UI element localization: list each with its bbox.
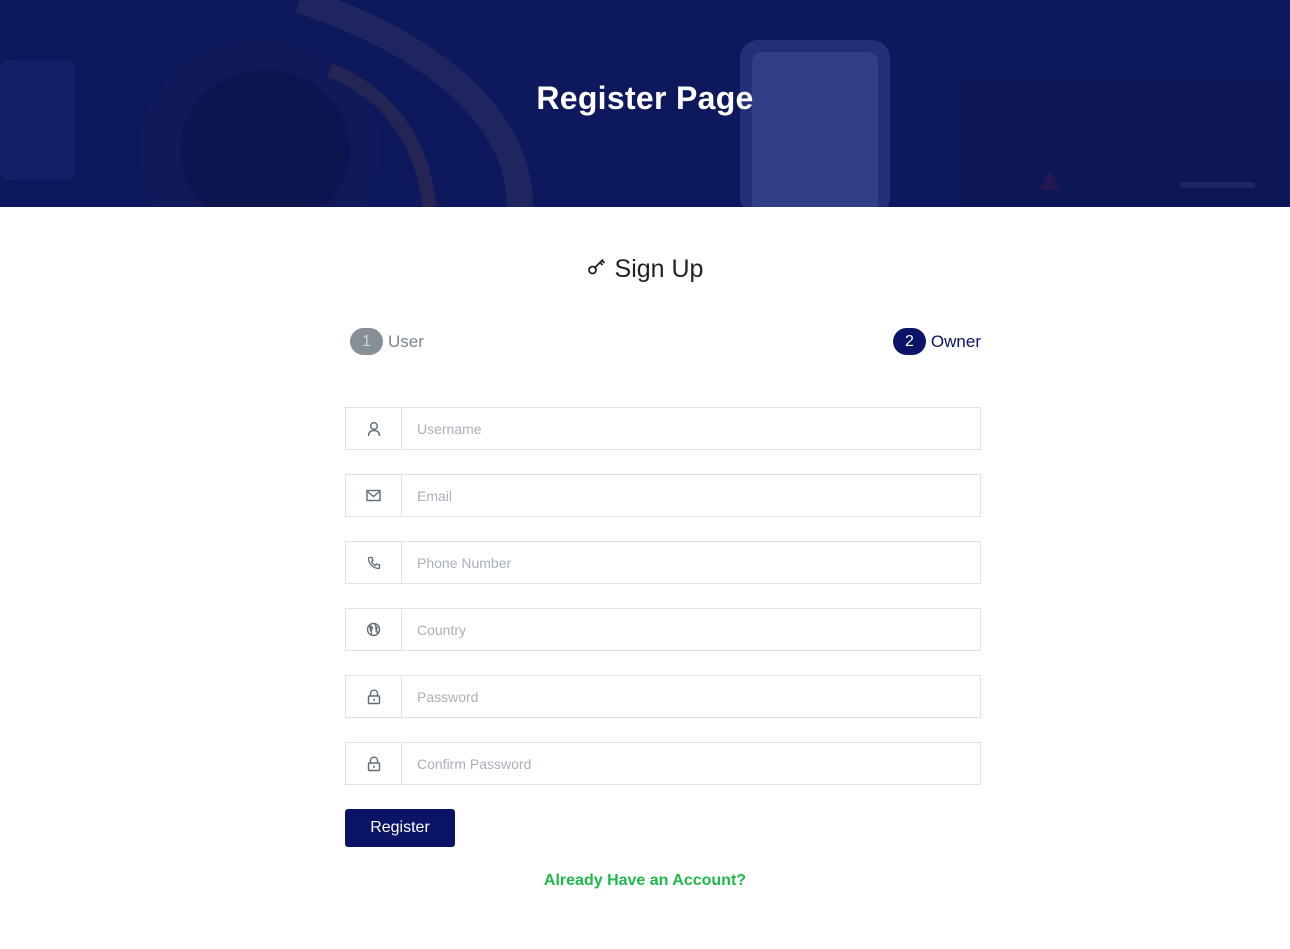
register-button[interactable]: Register <box>345 809 455 847</box>
page-title: Register Page <box>536 80 754 116</box>
step-number-badge: 2 <box>892 328 926 355</box>
password-input[interactable] <box>402 676 980 717</box>
hero-banner: Register Page <box>0 0 1290 207</box>
step-label: Owner <box>930 331 981 351</box>
registration-steps: 1 User 2 Owner <box>345 328 981 356</box>
form-heading: Sign Up <box>0 255 1290 285</box>
phone-input[interactable] <box>402 542 980 583</box>
confirm-password-field-group <box>345 742 981 785</box>
username-field-group <box>345 407 981 450</box>
step-number-badge: 1 <box>350 328 383 355</box>
phone-field-group <box>345 541 981 584</box>
phone-icon <box>346 542 402 583</box>
password-field-group <box>345 675 981 718</box>
username-input[interactable] <box>402 408 980 449</box>
lock-icon <box>346 743 402 784</box>
country-field-group <box>345 608 981 651</box>
form-heading-label: Sign Up <box>614 255 704 283</box>
user-icon <box>346 408 402 449</box>
step-user[interactable]: 1 User <box>350 328 424 355</box>
step-owner[interactable]: 2 Owner <box>892 328 981 355</box>
confirm-password-input[interactable] <box>402 743 980 784</box>
email-field-group <box>345 474 981 517</box>
mail-icon <box>346 475 402 516</box>
country-input[interactable] <box>402 609 980 650</box>
step-label: User <box>388 331 424 351</box>
globe-icon <box>346 609 402 650</box>
login-link[interactable]: Already Have an Account? <box>0 872 1290 890</box>
lock-icon <box>346 676 402 717</box>
key-icon <box>587 254 607 283</box>
email-input[interactable] <box>402 475 980 516</box>
